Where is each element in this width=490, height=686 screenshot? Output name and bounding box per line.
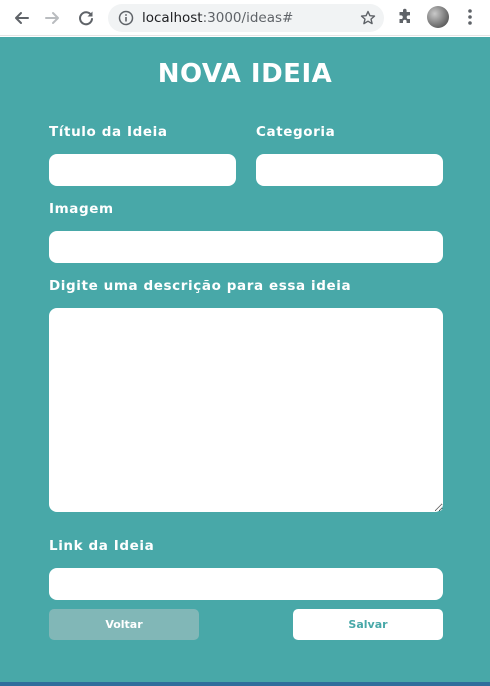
forward-arrow-icon [45,12,59,24]
image-label: Imagem [49,201,114,217]
extensions-icon[interactable] [396,8,414,26]
back-button-label: Voltar [105,618,143,631]
address-bar[interactable]: localhost:3000/ideas# [108,4,384,32]
save-button[interactable]: Salvar [293,609,443,640]
save-button-label: Salvar [348,618,388,631]
back-arrow-icon [15,12,29,24]
new-idea-page: NOVA IDEIA Título da Ideia Categoria Ima… [0,37,490,682]
reload-icon [79,11,93,26]
description-label: Digite uma descrição para essa ideia [49,278,352,294]
star-icon[interactable] [360,10,376,26]
back-button[interactable] [8,5,34,31]
category-label: Categoria [256,124,336,140]
info-icon[interactable] [118,10,134,26]
link-input[interactable] [49,568,443,600]
link-label: Link da Ideia [49,538,155,554]
title-label: Título da Ideia [49,124,168,140]
image-input[interactable] [49,231,443,263]
title-input[interactable] [49,154,236,186]
description-textarea[interactable] [49,308,443,512]
back-button-form[interactable]: Voltar [49,609,199,640]
profile-avatar[interactable] [427,6,449,28]
page-title: NOVA IDEIA [157,59,333,89]
url-host: localhost [142,10,203,26]
url-path: :3000/ideas# [202,10,294,26]
url-text[interactable]: localhost:3000/ideas# [142,4,293,32]
bottom-border [0,682,490,686]
category-input[interactable] [256,154,443,186]
more-menu-icon[interactable] [462,8,478,26]
browser-toolbar: localhost:3000/ideas# [0,0,490,36]
forward-button[interactable] [40,5,66,31]
reload-button[interactable] [73,5,99,31]
